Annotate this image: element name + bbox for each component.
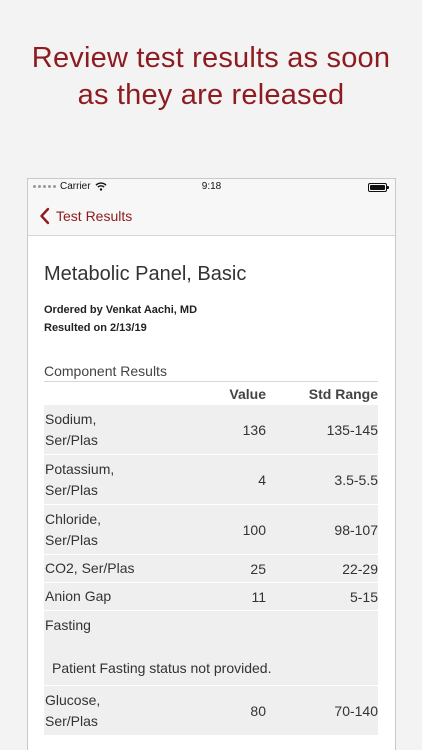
table-row: CO2, Ser/Plas 25 22-29 (44, 555, 378, 583)
component-name-line2: Ser/Plas (45, 431, 98, 448)
component-value: 11 (251, 588, 266, 605)
component-range: 70-140 (334, 702, 378, 719)
component-name: Anion Gap (45, 588, 112, 604)
status-bar: Carrier 9:18 (28, 179, 395, 196)
component-value: 136 (242, 421, 266, 438)
ordered-by: Ordered by Venkat Aachi, MD (44, 304, 198, 316)
component-name-line2: Ser/Plas (45, 481, 98, 498)
component-name-line2: Ser/Plas (45, 712, 98, 729)
table-row: Potassium, Ser/Plas 4 3.5-5.5 (44, 455, 378, 505)
battery-icon (368, 183, 389, 192)
resulted-on: Resulted on 2/13/19 (44, 322, 147, 334)
chevron-left-icon[interactable] (38, 206, 52, 226)
component-name-line2: Ser/Plas (45, 531, 98, 548)
component-name: Glucose, Ser/Plas (44, 690, 194, 732)
component-name: Potassium, Ser/Plas (44, 459, 194, 501)
fasting-note: Patient Fasting status not provided. (44, 640, 378, 686)
headline-line-1: Review test results as soon (31, 42, 391, 74)
table-row: Chloride, Ser/Plas 100 98-107 (44, 505, 378, 555)
component-value: 100 (242, 521, 266, 538)
table-row: Sodium, Ser/Plas 136 135-145 (44, 405, 378, 455)
component-value: 4 (258, 471, 266, 488)
table-row: Glucose, Ser/Plas 80 70-140 (44, 686, 378, 736)
table-header: Value Std Range (44, 382, 378, 405)
component-name: Sodium, Ser/Plas (44, 409, 194, 451)
status-time: 9:18 (201, 181, 222, 192)
component-name-line1: Sodium, (45, 410, 97, 427)
back-button[interactable]: Test Results (56, 208, 132, 224)
report-meta: Ordered by Venkat Aachi, MD Resulted on … (44, 301, 378, 337)
component-value: 25 (250, 560, 266, 577)
phone-screen: Carrier 9:18 Test Results Metabolic Pane… (27, 178, 396, 750)
component-value: 80 (250, 702, 266, 719)
component-range: 98-107 (334, 521, 378, 538)
component-name: Chloride, Ser/Plas (44, 509, 194, 551)
promo-headline: Review test results as soon as they are … (0, 40, 422, 114)
navigation-bar: Test Results (28, 196, 395, 236)
header-value: Value (229, 385, 266, 402)
headline-line-2: as they are released (77, 79, 345, 111)
header-range: Std Range (308, 385, 378, 402)
component-range: 22-29 (342, 560, 378, 577)
component-name-line1: Chloride, (45, 510, 102, 527)
page-title: Metabolic Panel, Basic (44, 263, 247, 285)
fasting-label: Fasting (44, 611, 378, 640)
component-range: 3.5-5.5 (334, 471, 378, 488)
component-name-line1: Potassium, (45, 460, 115, 477)
report-content: Metabolic Panel, Basic Ordered by Venkat… (28, 261, 395, 736)
table-row: Anion Gap 11 5-15 (44, 583, 378, 611)
component-name-line1: Glucose, (45, 691, 101, 708)
component-range: 5-15 (349, 588, 378, 605)
section-title: Component Results (44, 363, 378, 382)
component-range: 135-145 (326, 421, 378, 438)
component-name: CO2, Ser/Plas (45, 560, 135, 576)
